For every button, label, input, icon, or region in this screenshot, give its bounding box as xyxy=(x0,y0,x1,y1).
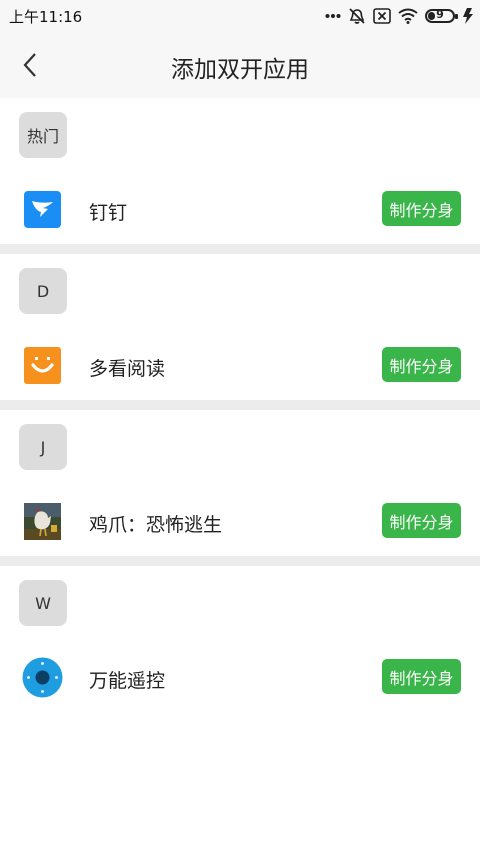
section-header-label: 热门 xyxy=(19,112,67,158)
create-clone-button[interactable]: 制作分身 xyxy=(382,659,461,694)
section-divider xyxy=(0,556,480,566)
create-clone-button[interactable]: 制作分身 xyxy=(382,347,461,382)
battery-level: 9 xyxy=(436,8,444,21)
section-hot: 热门 钉钉 制作分身 xyxy=(0,98,480,244)
app-list: 热门 钉钉 制作分身 D 多看阅读 制作分身 J 鸡爪：恐怖逃生 制作分身 W … xyxy=(0,98,480,712)
app-name: 鸡爪：恐怖逃生 xyxy=(89,514,223,536)
no-sim-icon xyxy=(373,8,391,24)
alarm-off-icon xyxy=(348,7,366,25)
dingtalk-icon xyxy=(24,191,61,228)
section-d: D 多看阅读 制作分身 xyxy=(0,254,480,400)
charging-icon xyxy=(462,8,474,24)
list-item-chicken-claw: 鸡爪：恐怖逃生 制作分身 xyxy=(0,490,480,552)
battery-icon: 9 xyxy=(425,8,458,23)
section-w: W 万能遥控 制作分身 xyxy=(0,566,480,712)
section-header-label: W xyxy=(19,580,67,626)
create-clone-button[interactable]: 制作分身 xyxy=(382,191,461,226)
section-divider xyxy=(0,244,480,254)
status-time: 上午11:16 xyxy=(9,8,83,26)
section-j: J 鸡爪：恐怖逃生 制作分身 xyxy=(0,410,480,556)
app-name: 万能遥控 xyxy=(89,670,166,692)
app-name: 钉钉 xyxy=(89,202,128,224)
section-header-label: D xyxy=(19,268,67,314)
page-title: 添加双开应用 xyxy=(171,57,309,83)
duokan-icon xyxy=(24,347,61,384)
section-header-label: J xyxy=(19,424,67,470)
list-item-remote-control: 万能遥控 制作分身 xyxy=(0,646,480,708)
status-bar: 上午11:16 9 xyxy=(0,0,480,32)
create-clone-button[interactable]: 制作分身 xyxy=(382,503,461,538)
app-header: 添加双开应用 xyxy=(0,32,480,98)
list-item-dingtalk: 钉钉 制作分身 xyxy=(0,178,480,240)
more-notifications-icon xyxy=(325,13,341,19)
app-name: 多看阅读 xyxy=(89,358,166,380)
list-item-duokan: 多看阅读 制作分身 xyxy=(0,334,480,396)
remote-control-icon xyxy=(22,657,63,698)
wifi-icon xyxy=(398,8,418,24)
status-icons: 9 xyxy=(325,6,474,26)
section-divider xyxy=(0,400,480,410)
chicken-claw-game-icon xyxy=(24,503,61,540)
